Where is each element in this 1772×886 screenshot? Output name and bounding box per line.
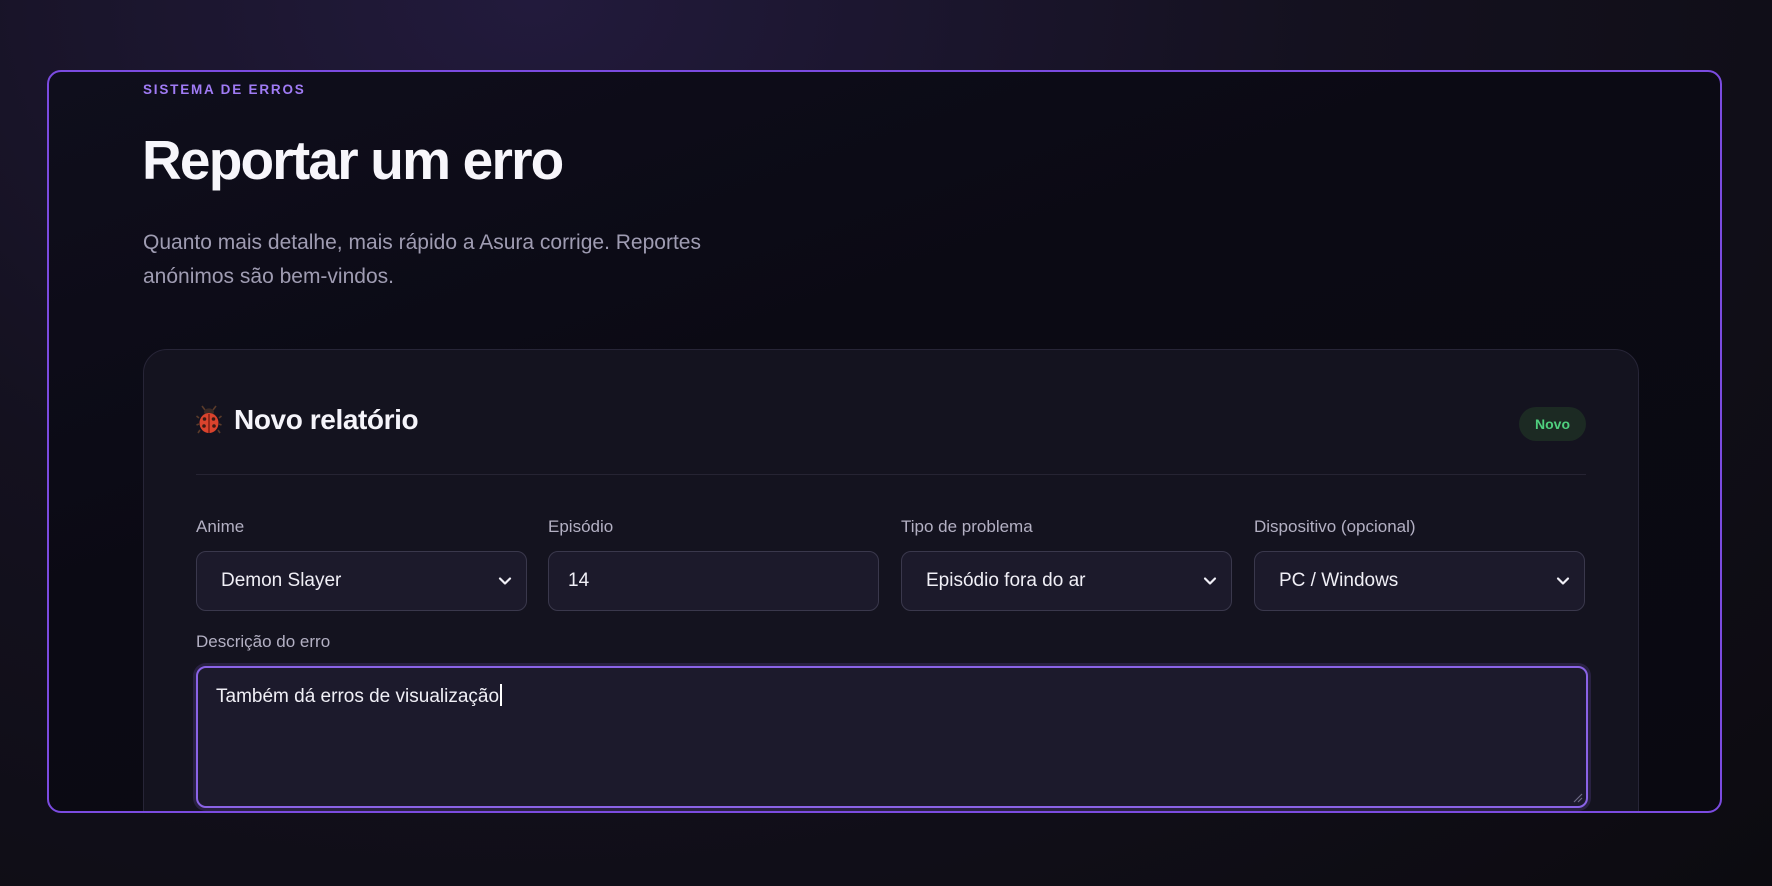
episode-input[interactable]: 14	[548, 551, 879, 611]
episode-input-value: 14	[568, 570, 590, 591]
resize-handle-icon[interactable]	[1573, 793, 1583, 803]
chevron-down-icon	[1556, 577, 1570, 585]
description-label: Descrição do erro	[196, 632, 331, 651]
chevron-down-icon	[498, 577, 512, 585]
problem-type-label: Tipo de problema	[901, 517, 1033, 536]
anime-select[interactable]: Demon Slayer	[196, 551, 527, 611]
status-badge: Novo	[1519, 407, 1586, 441]
device-label: Dispositivo (opcional)	[1254, 517, 1416, 536]
description-textarea[interactable]: Também dá erros de visualização	[196, 666, 1588, 808]
bug-icon	[196, 405, 222, 434]
card-header: Novo relatório	[196, 404, 419, 436]
anime-label: Anime	[196, 517, 245, 536]
device-select[interactable]: PC / Windows	[1254, 551, 1585, 611]
problem-type-select[interactable]: Episódio fora do ar	[901, 551, 1232, 611]
page-title: Reportar um erro	[142, 129, 564, 191]
section-eyebrow: SISTEMA DE ERROS	[143, 82, 306, 97]
page-subtitle: Quanto mais detalhe, mais rápido a Asura…	[143, 231, 701, 288]
chevron-down-icon	[1203, 577, 1217, 585]
page-frame: SISTEMA DE ERROS Reportar um erro Quanto…	[47, 70, 1722, 813]
header-divider	[196, 474, 1586, 475]
problem-type-select-value: Episódio fora do ar	[926, 570, 1086, 591]
report-form-card: Novo relatório Novo Anime Demon Slayer E…	[143, 349, 1639, 811]
device-select-value: PC / Windows	[1279, 570, 1399, 591]
episode-label: Episódio	[548, 517, 614, 536]
card-title: Novo relatório	[234, 404, 419, 435]
text-caret	[500, 684, 503, 706]
anime-select-value: Demon Slayer	[221, 570, 342, 591]
description-text: Também dá erros de visualização	[216, 686, 500, 707]
